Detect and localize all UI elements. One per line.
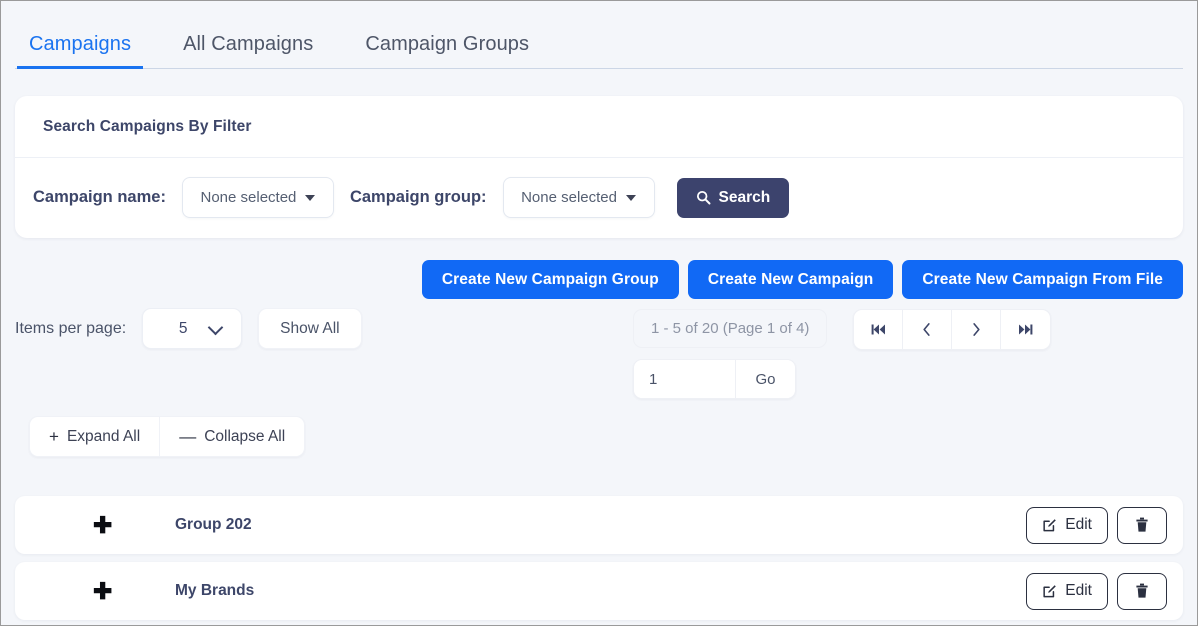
goto-page-group: Go xyxy=(633,359,796,399)
items-per-page-label: Items per page: xyxy=(15,319,127,337)
table-row: ✚ My Brands Edit xyxy=(15,562,1183,620)
previous-page-icon xyxy=(923,323,931,336)
edit-button[interactable]: Edit xyxy=(1026,572,1108,610)
search-button[interactable]: Search xyxy=(676,177,790,218)
next-page-icon xyxy=(973,323,981,336)
delete-button[interactable] xyxy=(1117,572,1167,610)
page-number-input[interactable] xyxy=(634,360,735,398)
campaign-name-dropdown[interactable]: None selected xyxy=(181,177,334,218)
last-page-icon xyxy=(1019,324,1033,335)
create-new-campaign-from-file-button[interactable]: Create New Campaign From File xyxy=(902,260,1183,299)
group-name: Group 202 xyxy=(175,516,252,533)
search-filter-card: Search Campaigns By Filter Campaign name… xyxy=(15,96,1183,238)
edit-button-label: Edit xyxy=(1065,516,1092,533)
tab-campaign-groups[interactable]: Campaign Groups xyxy=(353,33,541,69)
expand-row-toggle[interactable]: ✚ xyxy=(15,577,175,604)
campaign-name-label: Campaign name: xyxy=(33,188,166,206)
campaign-group-dropdown[interactable]: None selected xyxy=(502,177,655,218)
pagination: 1 - 5 of 20 (Page 1 of 4) xyxy=(633,309,1052,350)
next-page-button[interactable] xyxy=(952,310,1002,349)
first-page-button[interactable] xyxy=(854,310,904,349)
plus-icon: ✚ xyxy=(93,511,113,538)
expand-row-toggle[interactable]: ✚ xyxy=(15,511,175,538)
tree-controls: + Expand All — Collapse All xyxy=(29,416,306,457)
tab-bar: Campaigns All Campaigns Campaign Groups xyxy=(1,1,1197,69)
tab-all-campaigns[interactable]: All Campaigns xyxy=(171,33,325,69)
create-buttons-row: Create New Campaign Group Create New Cam… xyxy=(1,238,1197,299)
tab-campaigns[interactable]: Campaigns xyxy=(17,33,144,69)
search-filter-header: Search Campaigns By Filter xyxy=(15,96,1183,158)
delete-button[interactable] xyxy=(1117,506,1167,544)
edit-pencil-icon xyxy=(1043,584,1057,597)
campaign-name-dropdown-value: None selected xyxy=(200,189,297,206)
caret-down-icon xyxy=(305,194,316,201)
page-title: Search Campaigns By Filter xyxy=(43,118,252,135)
table-controls: Items per page: 5 Show All 1 - 5 of 20 (… xyxy=(1,299,1197,417)
last-page-button[interactable] xyxy=(1001,310,1050,349)
items-per-page-group: Items per page: 5 Show All xyxy=(15,308,362,349)
show-all-button[interactable]: Show All xyxy=(258,308,362,349)
trash-icon xyxy=(1136,583,1148,598)
collapse-all-button[interactable]: — Collapse All xyxy=(160,417,304,456)
search-button-label: Search xyxy=(718,188,771,206)
group-name: My Brands xyxy=(175,582,255,599)
plus-icon: ✚ xyxy=(93,577,113,604)
go-button[interactable]: Go xyxy=(735,360,795,398)
campaign-group-list: ✚ Group 202 Edit ✚ My Brands Edit xyxy=(1,496,1197,620)
trash-icon xyxy=(1136,517,1148,532)
edit-pencil-icon xyxy=(1043,518,1057,531)
caret-down-icon xyxy=(625,194,636,201)
edit-button-label: Edit xyxy=(1065,582,1092,599)
items-per-page-select[interactable]: 5 xyxy=(142,308,243,349)
search-filter-body: Campaign name: None selected Campaign gr… xyxy=(15,158,1183,238)
first-page-icon xyxy=(871,324,885,335)
minus-icon: — xyxy=(179,427,197,446)
search-icon xyxy=(696,190,711,205)
expand-all-button[interactable]: + Expand All xyxy=(30,417,161,456)
create-new-campaign-button[interactable]: Create New Campaign xyxy=(687,260,894,299)
create-new-campaign-group-button[interactable]: Create New Campaign Group xyxy=(421,260,679,299)
edit-button[interactable]: Edit xyxy=(1026,506,1108,544)
campaign-group-label: Campaign group: xyxy=(349,188,487,206)
row-actions: Edit xyxy=(1026,506,1167,544)
chevron-down-icon xyxy=(207,319,224,336)
collapse-all-label: Collapse All xyxy=(204,427,286,445)
previous-page-button[interactable] xyxy=(903,310,953,349)
pagination-info: 1 - 5 of 20 (Page 1 of 4) xyxy=(633,309,828,348)
table-row: ✚ Group 202 Edit xyxy=(15,496,1183,554)
row-actions: Edit xyxy=(1026,572,1167,610)
expand-all-label: Expand All xyxy=(66,427,141,445)
plus-icon: + xyxy=(49,427,59,446)
items-per-page-value: 5 xyxy=(178,319,188,337)
campaign-group-dropdown-value: None selected xyxy=(521,189,617,206)
pagination-buttons xyxy=(853,309,1052,350)
